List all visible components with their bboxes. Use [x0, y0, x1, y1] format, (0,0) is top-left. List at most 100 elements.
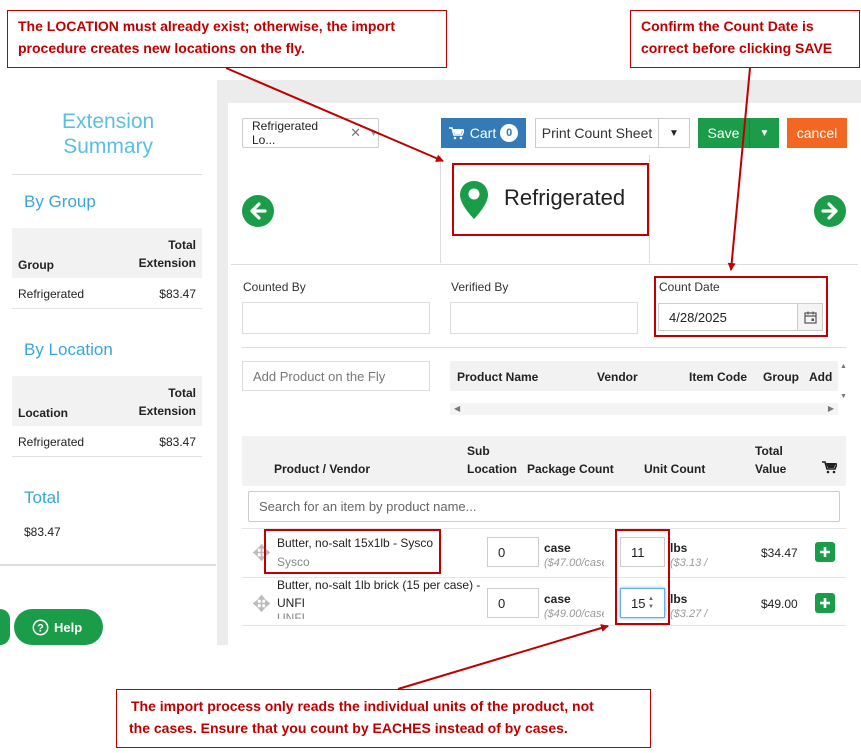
arrow-left-icon	[250, 202, 267, 220]
col-total-line2: Extension	[138, 404, 196, 418]
counted-by-label: Counted By	[243, 280, 306, 294]
next-location-button[interactable]	[814, 195, 846, 227]
product-name: Butter, no-salt 1lb brick (15 per case) …	[277, 576, 480, 612]
horizontal-scrollbar[interactable]: ◀ ▶	[450, 403, 838, 415]
col-total-line2: Extension	[138, 256, 196, 270]
package-count-input[interactable]: 0	[487, 588, 539, 618]
location-select[interactable]: Refrigerated Lo... ✕ ▼	[242, 118, 379, 148]
help-button[interactable]: ? Help	[14, 609, 103, 645]
package-price: ($49.00/case	[544, 608, 604, 620]
print-options-dropdown[interactable]: ▼	[659, 118, 690, 148]
row-total-value: $34.47	[761, 546, 798, 560]
fly-results-table-header: Product Name Vendor Item Code Group Add	[450, 361, 838, 391]
product-name-line2: UNFI	[277, 596, 305, 610]
product-vendor: UNFI	[277, 612, 305, 619]
col-product-vendor: Product / Vendor	[274, 462, 371, 476]
package-unit: case	[544, 541, 571, 555]
group-name: Refrigerated	[18, 287, 85, 301]
callout-date-line1: Confirm the Count Date is	[641, 18, 814, 34]
annotation-box-unit-count	[615, 529, 670, 625]
sidebar-title-line2: Summary	[63, 135, 154, 158]
divider	[242, 347, 846, 348]
clear-icon[interactable]: ✕	[350, 125, 361, 141]
location-name: Refrigerated	[18, 435, 85, 449]
cancel-button[interactable]: cancel	[787, 118, 847, 148]
save-options-dropdown[interactable]: ▼	[749, 118, 779, 148]
cart-icon	[448, 126, 464, 139]
caret-down-icon: ▼	[759, 127, 770, 139]
col-group: Group	[763, 370, 799, 384]
divider	[649, 155, 650, 263]
location-select-value: Refrigerated Lo...	[252, 119, 319, 147]
col-vendor: Vendor	[597, 370, 638, 384]
callout-location-line2: procedure creates new locations on the f…	[18, 40, 305, 56]
by-group-heading: By Group	[24, 192, 96, 211]
cart-label: Cart	[469, 125, 497, 141]
callout-units-line2: the cases. Ensure that you count by EACH…	[129, 720, 568, 736]
add-product-on-the-fly-input[interactable]: Add Product on the Fly	[242, 361, 430, 391]
previous-location-button[interactable]	[242, 195, 274, 227]
divider	[242, 625, 846, 626]
by-location-table: Location Total Extension Refrigerated $83…	[12, 376, 202, 457]
unit-price: ($3.27 /	[670, 608, 708, 620]
table-header: Group Total Extension	[12, 228, 202, 278]
unit-unit: lbs	[670, 541, 688, 555]
product-name-line1: Butter, no-salt 1lb brick (15 per case) …	[277, 578, 481, 592]
col-total-extension: Total Extension	[139, 384, 196, 420]
drag-handle-icon[interactable]	[253, 595, 270, 612]
print-count-sheet-button[interactable]: Print Count Sheet	[535, 118, 659, 148]
divider	[12, 174, 202, 175]
verified-by-label: Verified By	[451, 280, 509, 294]
collapse-tab[interactable]	[0, 609, 10, 645]
callout-date-note: Confirm the Count Date is correct before…	[630, 10, 860, 68]
arrow-right-icon	[821, 202, 838, 220]
by-group-table: Group Total Extension Refrigerated $83.47	[12, 228, 202, 309]
package-count-input[interactable]: 0	[487, 537, 539, 567]
col-total-line1: Total	[168, 386, 196, 400]
package-price: ($47.00/case	[544, 557, 604, 569]
cart-count-badge: 0	[500, 124, 519, 142]
scroll-left-icon[interactable]: ◀	[454, 404, 460, 413]
col-total-line1: Total	[168, 238, 196, 252]
col-package-count: Package Count	[527, 462, 614, 476]
location-value: $83.47	[159, 435, 196, 449]
unit-price: ($3.13 /	[670, 557, 708, 569]
annotation-box-location	[452, 163, 649, 236]
scroll-right-icon[interactable]: ▶	[828, 404, 834, 413]
verified-by-input[interactable]	[450, 302, 638, 334]
count-date-label: Count Date	[659, 280, 720, 294]
callout-units-line1: The import process only reads the indivi…	[131, 698, 594, 714]
save-button[interactable]: Save	[698, 118, 749, 148]
col-location: Location	[18, 406, 68, 420]
scroll-up-icon[interactable]: ▲	[840, 363, 847, 370]
col-total-line1: Total	[755, 444, 783, 458]
add-to-cart-button[interactable]	[815, 542, 835, 562]
sidebar-title: Extension Summary	[62, 109, 154, 159]
by-location-heading: By Location	[24, 340, 113, 359]
col-add: Add	[809, 370, 833, 384]
scroll-down-icon[interactable]: ▼	[840, 393, 847, 400]
add-to-cart-button[interactable]	[815, 593, 835, 613]
callout-date-line2: correct before clicking SAVE	[641, 40, 833, 56]
total-value: $83.47	[24, 525, 61, 539]
counted-by-input[interactable]	[242, 302, 430, 334]
caret-down-icon: ▼	[669, 127, 679, 139]
table-row: Refrigerated $83.47	[12, 278, 202, 309]
table-header: Location Total Extension	[12, 376, 202, 426]
help-label: Help	[54, 619, 83, 635]
search-item-input[interactable]: Search for an item by product name...	[248, 491, 840, 522]
row-total-value: $49.00	[761, 597, 798, 611]
svg-text:?: ?	[37, 622, 44, 634]
callout-location-note: The LOCATION must already exist; otherwi…	[7, 10, 447, 68]
col-unit-count: Unit Count	[644, 462, 706, 476]
plus-icon	[820, 598, 830, 608]
col-total-extension: Total Extension	[139, 236, 196, 272]
col-sub-line2: Location	[467, 462, 517, 476]
divider	[231, 264, 858, 265]
plus-icon	[820, 547, 830, 557]
cart-button[interactable]: Cart 0	[441, 118, 526, 148]
col-product-name: Product Name	[457, 370, 539, 384]
cart-icon	[822, 461, 837, 474]
annotation-box-product	[264, 529, 441, 574]
col-total-line2: Value	[755, 462, 787, 476]
